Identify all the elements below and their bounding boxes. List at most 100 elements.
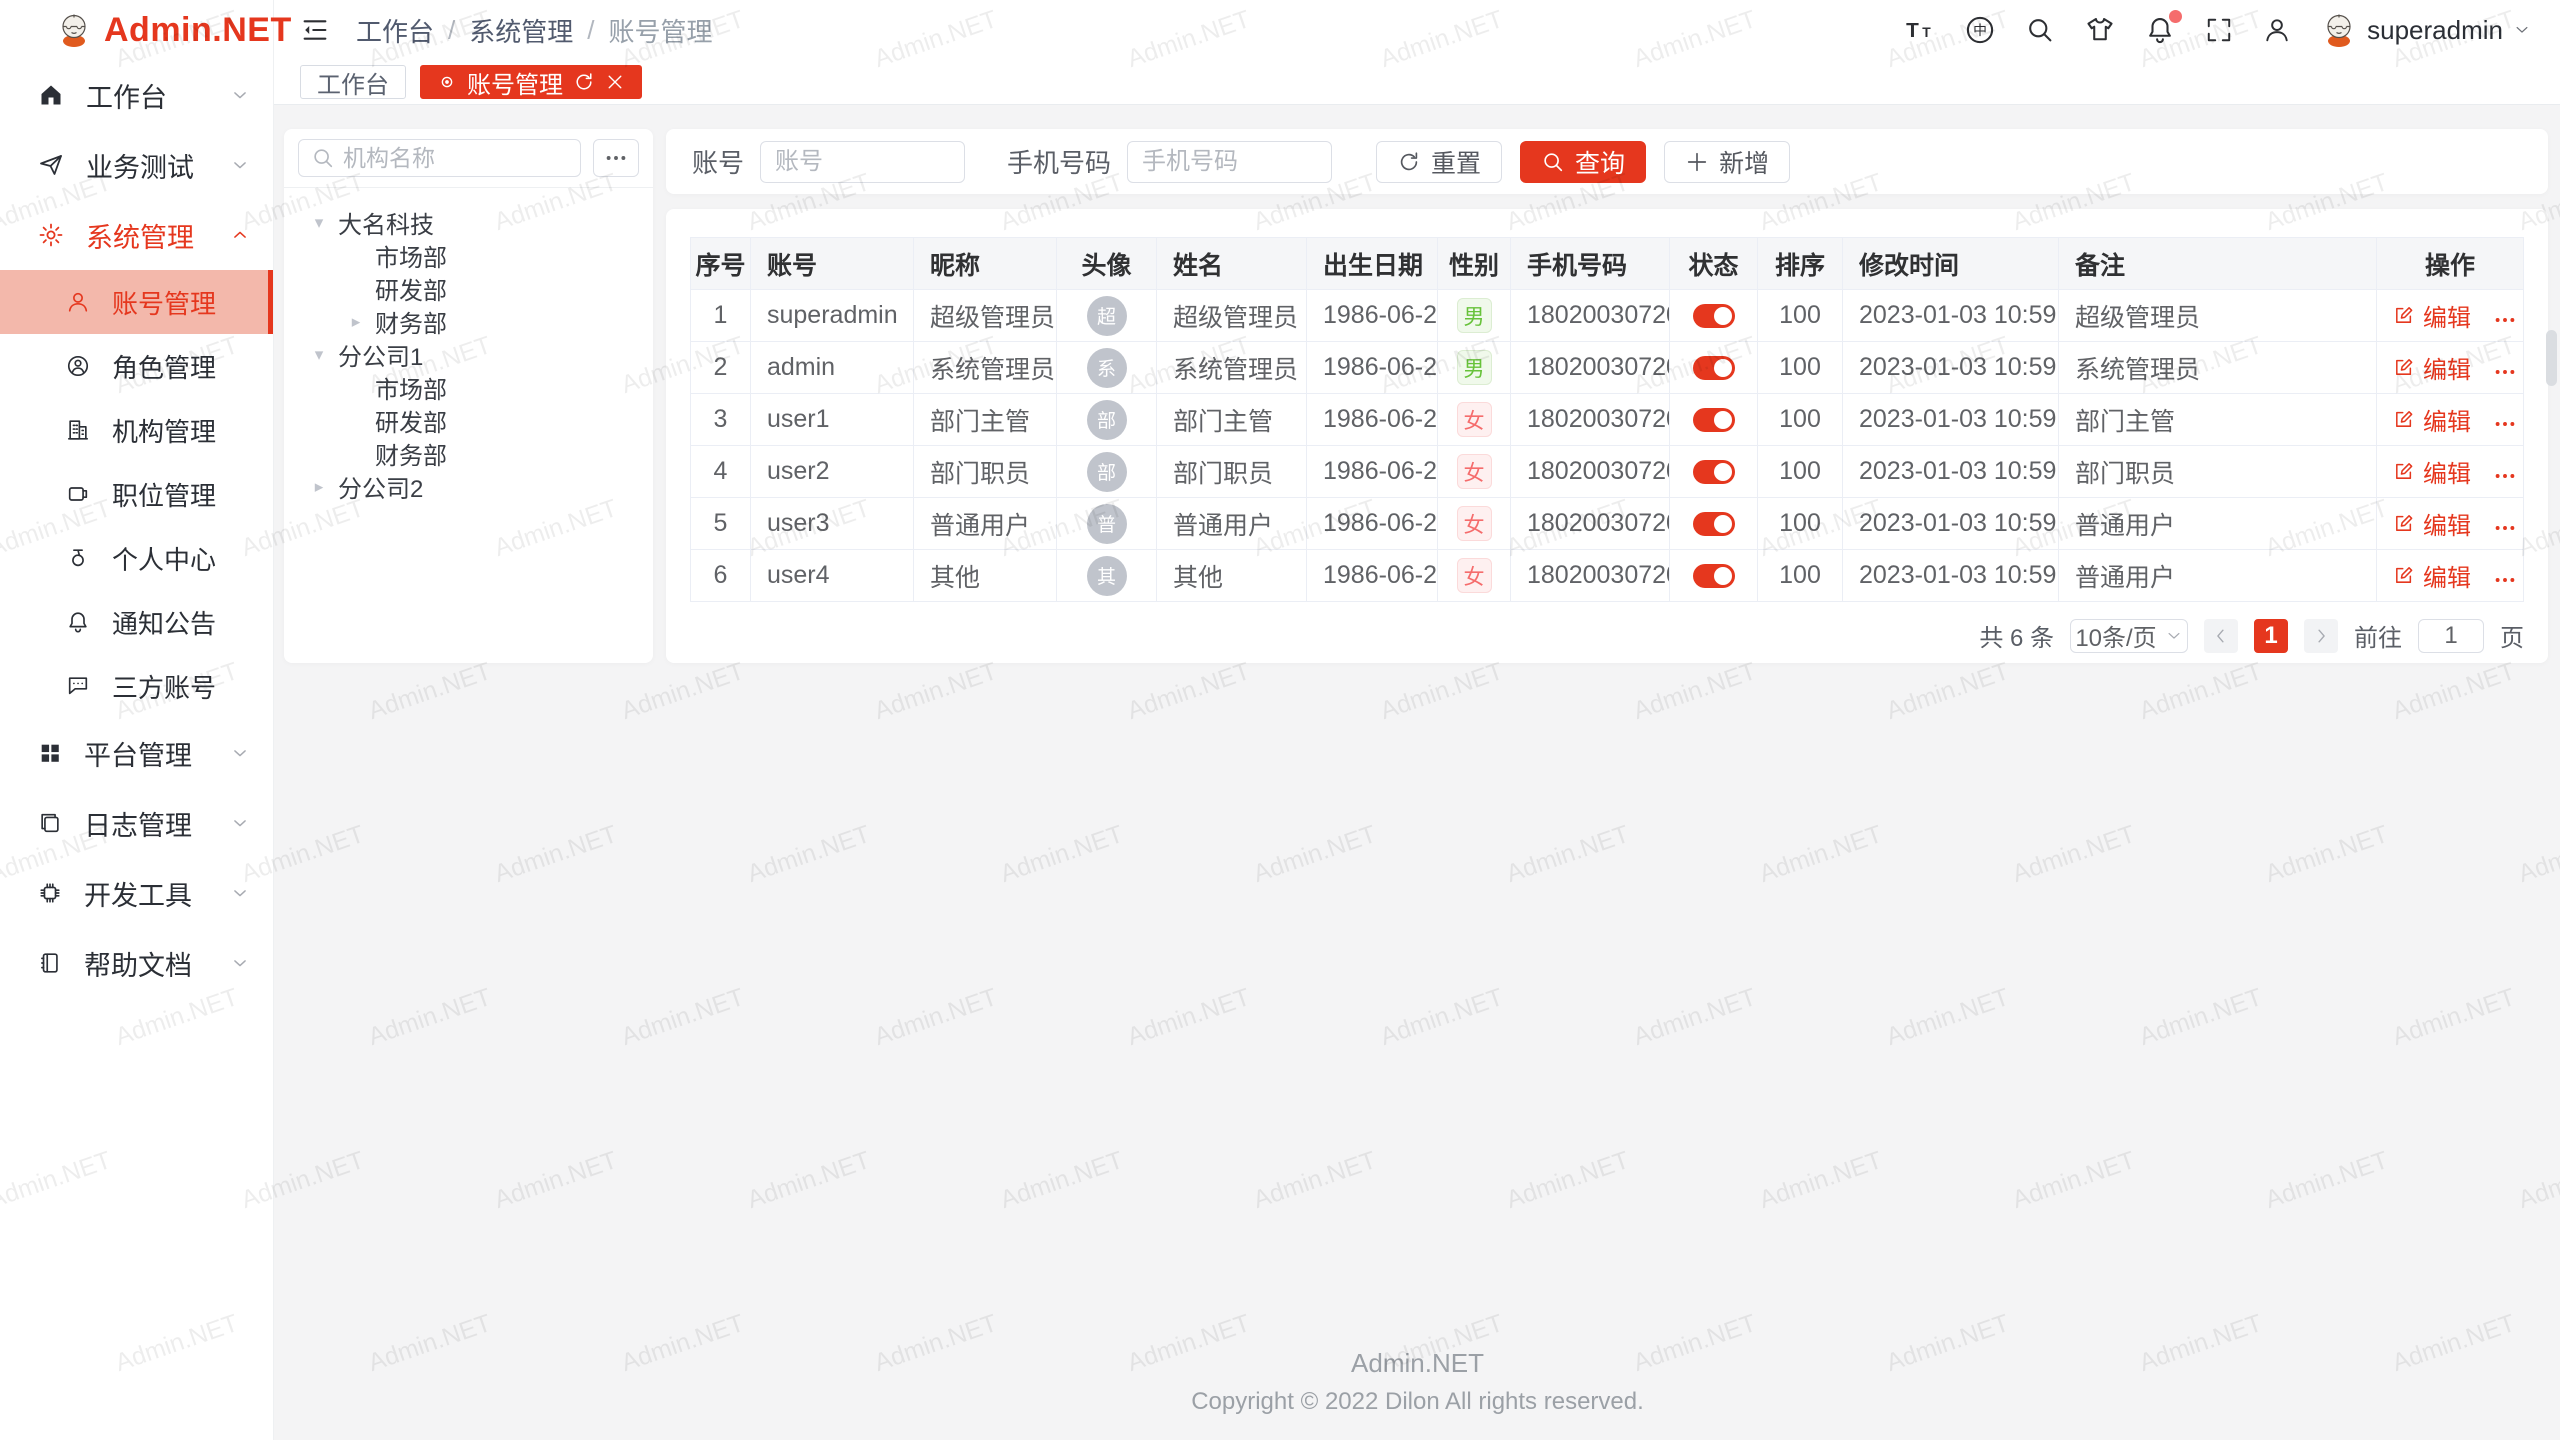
status-toggle[interactable]: [1693, 356, 1735, 380]
edit-button[interactable]: 编辑: [2393, 402, 2471, 437]
language-icon[interactable]: 中: [1965, 15, 1995, 45]
sidebar-item-business-test[interactable]: 业务测试: [0, 130, 273, 200]
submenu: 账号管理角色管理机构管理职位管理个人中心通知公告三方账号: [0, 270, 273, 718]
cell-remark: 普通用户: [2059, 498, 2377, 550]
sidebar-item-account-management[interactable]: 账号管理: [0, 270, 273, 334]
row-more-button[interactable]: [2493, 568, 2517, 592]
edit-button[interactable]: 编辑: [2393, 454, 2471, 489]
column-header-sort: 排序: [1758, 238, 1843, 290]
cell-index: 6: [691, 550, 751, 602]
status-toggle[interactable]: [1693, 304, 1735, 328]
tree-node[interactable]: ▾大名科技: [284, 206, 653, 239]
status-toggle[interactable]: [1693, 564, 1735, 588]
breadcrumb-item[interactable]: 系统管理: [469, 12, 573, 49]
profile-icon[interactable]: [2263, 16, 2291, 44]
tree-node[interactable]: ▸财务部: [284, 305, 653, 338]
row-more-button[interactable]: [2493, 464, 2517, 488]
sidebar-item-log-management[interactable]: 日志管理: [0, 788, 273, 858]
tree-node[interactable]: 研发部: [284, 272, 653, 305]
org-search-box[interactable]: [298, 139, 581, 177]
tree-more-button[interactable]: [593, 139, 639, 177]
next-page-button[interactable]: [2304, 619, 2338, 653]
breadcrumb-item[interactable]: 工作台: [356, 12, 434, 49]
sidebar-item-dev-tools[interactable]: 开发工具: [0, 858, 273, 928]
account-input[interactable]: [760, 141, 965, 183]
goto-page-input[interactable]: [2418, 619, 2484, 653]
notification-badge: [2169, 10, 2182, 23]
tree-node[interactable]: 市场部: [284, 239, 653, 272]
current-page-button[interactable]: 1: [2254, 619, 2288, 653]
sidebar-item-system-management[interactable]: 系统管理: [0, 200, 273, 270]
tree-node[interactable]: 财务部: [284, 437, 653, 470]
search-button[interactable]: 查询: [1520, 141, 1646, 183]
font-size-icon[interactable]: TT: [1905, 15, 1935, 45]
tab-refresh-icon[interactable]: [573, 71, 595, 93]
prev-page-button[interactable]: [2204, 619, 2238, 653]
tree-node[interactable]: 研发部: [284, 404, 653, 437]
column-header-modified: 修改时间: [1843, 238, 2059, 290]
row-more-button[interactable]: [2493, 412, 2517, 436]
cell-sort: 100: [1758, 498, 1843, 550]
cell-name: 普通用户: [1157, 498, 1307, 550]
reset-button[interactable]: 重置: [1376, 141, 1502, 183]
cell-birth: 1986-06-28: [1307, 446, 1438, 498]
page-size-select[interactable]: 10条/页: [2070, 619, 2188, 653]
tab-workbench[interactable]: 工作台: [300, 65, 406, 99]
tree-node[interactable]: 市场部: [284, 371, 653, 404]
cell-gender: 男: [1438, 290, 1511, 342]
page-suffix: 页: [2500, 618, 2524, 653]
sidebar-item-label: 三方账号: [112, 668, 251, 705]
row-more-button[interactable]: [2493, 308, 2517, 332]
sidebar-item-third-party-account[interactable]: 三方账号: [0, 654, 273, 718]
sidebar-item-org-management[interactable]: 机构管理: [0, 398, 273, 462]
cell-action: 编辑: [2377, 446, 2524, 498]
sidebar-item-platform-management[interactable]: 平台管理: [0, 718, 273, 788]
sidebar-item-personal-center[interactable]: 个人中心: [0, 526, 273, 590]
search-icon[interactable]: [2025, 15, 2055, 45]
sidebar-item-role-management[interactable]: 角色管理: [0, 334, 273, 398]
theme-icon[interactable]: [2085, 15, 2115, 45]
phone-input[interactable]: [1127, 141, 1332, 183]
sidebar-item-workbench[interactable]: 工作台: [0, 60, 273, 130]
status-toggle[interactable]: [1693, 512, 1735, 536]
sidebar-item-notice-announcement[interactable]: 通知公告: [0, 590, 273, 654]
sidebar-item-position-management[interactable]: 职位管理: [0, 462, 273, 526]
tab-account-management[interactable]: 账号管理: [420, 65, 642, 99]
cell-nickname: 超级管理员: [914, 290, 1057, 342]
edit-button[interactable]: 编辑: [2393, 558, 2471, 593]
cell-gender: 男: [1438, 342, 1511, 394]
scrollbar-thumb[interactable]: [2546, 330, 2557, 386]
content: ▾大名科技市场部研发部▸财务部▾分公司1市场部研发部财务部▸分公司2 账号 手机…: [274, 105, 2560, 1330]
tree-node[interactable]: ▾分公司1: [284, 338, 653, 371]
row-more-button[interactable]: [2493, 360, 2517, 384]
right-column: 账号 手机号码 重置 查询: [666, 129, 2548, 663]
tab-dot-icon: [437, 72, 457, 92]
chevron-down-icon: [229, 812, 251, 834]
tree-node[interactable]: ▸分公司2: [284, 470, 653, 503]
edit-button[interactable]: 编辑: [2393, 350, 2471, 385]
add-button[interactable]: 新增: [1664, 141, 1790, 183]
status-toggle[interactable]: [1693, 460, 1735, 484]
gender-badge: 男: [1457, 298, 1492, 333]
notification-icon[interactable]: [2145, 15, 2175, 45]
row-more-button[interactable]: [2493, 516, 2517, 540]
edit-button[interactable]: 编辑: [2393, 506, 2471, 541]
app-root: Admin.NET 工作台业务测试系统管理账号管理角色管理机构管理职位管理个人中…: [0, 0, 2560, 1440]
role-icon: [66, 354, 90, 378]
menu-collapse-icon[interactable]: [300, 15, 330, 45]
cell-index: 1: [691, 290, 751, 342]
chevron-left-icon: [2211, 626, 2231, 646]
topbar-right: TT 中 superadmin: [1905, 12, 2531, 48]
cell-remark: 部门职员: [2059, 446, 2377, 498]
status-toggle[interactable]: [1693, 408, 1735, 432]
cell-phone: 18020030720: [1511, 498, 1670, 550]
sidebar-item-help-docs[interactable]: 帮助文档: [0, 928, 273, 998]
phone-label: 手机号码: [1007, 143, 1111, 180]
cell-index: 3: [691, 394, 751, 446]
fullscreen-icon[interactable]: [2205, 16, 2233, 44]
org-search-input[interactable]: [343, 145, 568, 172]
edit-button[interactable]: 编辑: [2393, 298, 2471, 333]
table-row: 2admin系统管理员系系统管理员1986-06-28男180200307201…: [691, 342, 2524, 394]
tab-close-icon[interactable]: [605, 72, 625, 92]
user-menu[interactable]: superadmin: [2321, 12, 2531, 48]
